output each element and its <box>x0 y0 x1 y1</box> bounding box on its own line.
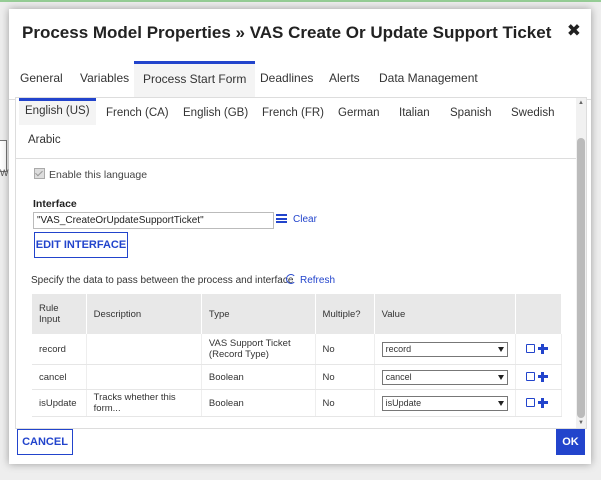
scroll-down-icon[interactable]: ▼ <box>578 420 584 426</box>
scroll-thumb[interactable] <box>577 138 585 418</box>
interface-input[interactable]: "VAS_CreateOrUpdateSupportTicket" <box>33 212 274 229</box>
table-row: isUpdate Tracks whether this form... Boo… <box>32 389 563 417</box>
cell-value: isUpdate <box>374 389 516 417</box>
value-select[interactable]: cancel <box>381 369 508 385</box>
panel-scrollbar[interactable]: ▲ ▼ <box>576 98 586 428</box>
background-node-label: W <box>0 168 9 178</box>
process-model-properties-dialog: Process Model Properties » VAS Create Or… <box>9 9 591 464</box>
dialog-title: Process Model Properties » VAS Create Or… <box>22 23 552 42</box>
tab-arabic[interactable]: Arabic <box>28 128 61 152</box>
header-value: Value <box>374 294 516 334</box>
cancel-button[interactable]: CANCEL <box>17 429 73 455</box>
cell-actions <box>515 334 563 365</box>
enable-language-checkbox[interactable]: Enable this language <box>34 168 147 181</box>
refresh-label: Refresh <box>300 275 336 286</box>
cell-description: Tracks whether this form... <box>86 389 202 417</box>
plus-icon[interactable] <box>537 371 548 382</box>
tab-deadlines[interactable]: Deadlines <box>258 61 315 98</box>
tab-data-management[interactable]: Data Management <box>377 61 480 98</box>
edit-icon[interactable] <box>525 398 535 408</box>
tab-general[interactable]: General <box>18 61 65 98</box>
tab-swedish[interactable]: Swedish <box>511 101 554 125</box>
interface-label: Interface <box>33 198 77 210</box>
tab-italian[interactable]: Italian <box>399 101 430 125</box>
tab-process-start-form[interactable]: Process Start Form <box>134 61 256 101</box>
cell-description <box>86 334 202 365</box>
language-tab-bar: English (US) French (CA) English (GB) Fr… <box>16 98 576 159</box>
cell-type: VAS Support Ticket (Record Type) <box>201 334 316 365</box>
edit-icon[interactable] <box>525 372 535 382</box>
header-multiple: Multiple? <box>315 294 375 334</box>
table-header-row: Rule Input Description Type Multiple? Va… <box>32 294 563 334</box>
cell-multiple: No <box>315 334 375 365</box>
rule-input-table: Rule Input Description Type Multiple? Va… <box>32 294 563 417</box>
tab-alerts[interactable]: Alerts <box>327 61 362 98</box>
edit-interface-button[interactable]: EDIT INTERFACE <box>34 232 128 258</box>
cell-value: cancel <box>374 364 516 390</box>
list-icon[interactable] <box>276 214 287 223</box>
scroll-up-icon[interactable]: ▲ <box>578 100 584 106</box>
value-select[interactable]: record <box>381 341 508 357</box>
main-tab-bar: General Variables Process Start Form Dea… <box>9 61 591 101</box>
close-icon[interactable]: ✖ <box>567 21 581 41</box>
enable-language-label: Enable this language <box>49 169 148 181</box>
cell-type: Boolean <box>201 389 316 417</box>
header-rule-input: Rule Input <box>32 294 87 334</box>
cell-description <box>86 364 202 390</box>
cell-actions <box>515 389 563 417</box>
checkbox-check-icon <box>34 168 45 179</box>
cell-rule-input: cancel <box>32 364 87 390</box>
header-type: Type <box>201 294 316 334</box>
cell-rule-input: record <box>32 334 87 365</box>
refresh-icon <box>286 274 296 284</box>
cell-actions <box>515 364 563 390</box>
tab-french-ca[interactable]: French (CA) <box>106 101 169 125</box>
header-description: Description <box>86 294 202 334</box>
header-actions <box>515 294 563 334</box>
plus-icon[interactable] <box>537 343 548 354</box>
ok-button[interactable]: OK <box>556 429 585 455</box>
clear-link[interactable]: Clear <box>293 214 317 225</box>
edit-icon[interactable] <box>525 344 535 354</box>
table-row: cancel Boolean No cancel <box>32 364 563 390</box>
tab-french-fr[interactable]: French (FR) <box>262 101 324 125</box>
cell-rule-input: isUpdate <box>32 389 87 417</box>
cell-value: record <box>374 334 516 365</box>
cell-multiple: No <box>315 389 375 417</box>
tab-spanish[interactable]: Spanish <box>450 101 492 125</box>
tab-german[interactable]: German <box>338 101 380 125</box>
cell-multiple: No <box>315 364 375 390</box>
background-connector-line <box>0 0 601 6</box>
refresh-link[interactable]: Refresh <box>286 274 335 286</box>
tab-english-us[interactable]: English (US) <box>19 98 96 125</box>
plus-icon[interactable] <box>537 397 548 408</box>
data-pass-instruction: Specify the data to pass between the pro… <box>31 275 294 286</box>
tab-variables[interactable]: Variables <box>78 61 131 98</box>
table-row: record VAS Support Ticket (Record Type) … <box>32 334 563 365</box>
tab-english-gb[interactable]: English (GB) <box>183 101 248 125</box>
cell-type: Boolean <box>201 364 316 390</box>
value-select[interactable]: isUpdate <box>381 395 508 411</box>
process-start-form-panel: English (US) French (CA) English (GB) Fr… <box>15 97 587 429</box>
